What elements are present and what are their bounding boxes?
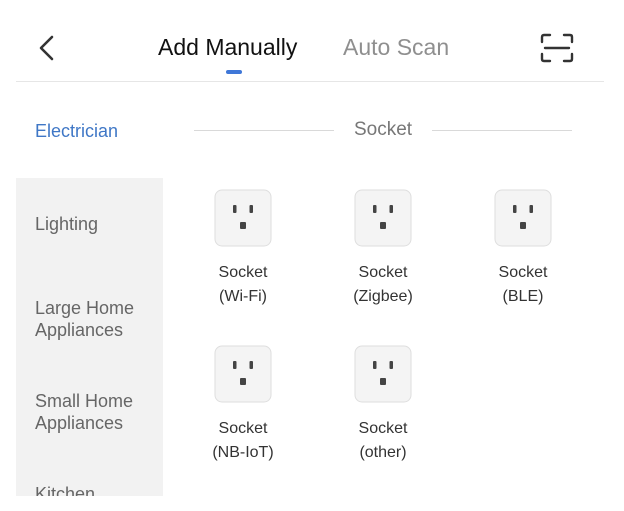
socket-icon [214,189,272,247]
socket-icon [494,189,552,247]
sidebar-item-kitchen[interactable]: Kitchen [16,483,163,496]
device-protocol: (Wi-Fi) [219,288,267,305]
socket-icon [354,345,412,403]
device-protocol: (other) [359,444,407,461]
device-name: Socket [498,264,548,281]
device-protocol: (BLE) [502,288,544,305]
scan-frame-icon[interactable] [539,32,575,64]
sidebar-item-small-home-appliances[interactable]: Small Home Appliances [16,390,156,434]
header-bar: Add Manually Auto Scan [16,16,604,82]
active-tab-indicator [226,70,242,74]
device-name: Socket [358,264,408,281]
section-divider-right [432,130,572,131]
socket-icon [354,189,412,247]
section-title: Socket [353,119,413,140]
device-socket-wifi[interactable]: Socket (Wi-Fi) [173,189,313,309]
device-socket-nb-iot[interactable]: Socket (NB-IoT) [173,345,313,465]
device-socket-other[interactable]: Socket (other) [313,345,453,465]
section-divider-left [194,130,334,131]
category-sidebar: Electrician Lighting Large Home Applianc… [16,83,163,496]
chevron-left-icon[interactable] [34,30,62,66]
device-label: Socket (Wi-Fi) [173,261,313,309]
sidebar-item-large-home-appliances[interactable]: Large Home Appliances [16,297,156,341]
tab-add-manually[interactable]: Add Manually [158,34,297,61]
device-socket-ble[interactable]: Socket (BLE) [453,189,593,309]
add-device-panel: Add Manually Auto Scan Electrician Light… [16,16,604,496]
device-label: Socket (NB-IoT) [173,417,313,465]
device-name: Socket [218,420,268,437]
device-label: Socket (Zigbee) [313,261,453,309]
device-socket-zigbee[interactable]: Socket (Zigbee) [313,189,453,309]
sidebar-item-lighting[interactable]: Lighting [16,213,163,235]
tab-auto-scan[interactable]: Auto Scan [343,34,449,61]
device-protocol: (NB-IoT) [212,444,274,461]
device-label: Socket (BLE) [453,261,593,309]
sidebar-item-electrician[interactable]: Electrician [16,83,163,178]
device-label: Socket (other) [313,417,453,465]
device-name: Socket [218,264,268,281]
device-protocol: (Zigbee) [353,288,413,305]
socket-icon [214,345,272,403]
device-name: Socket [358,420,408,437]
